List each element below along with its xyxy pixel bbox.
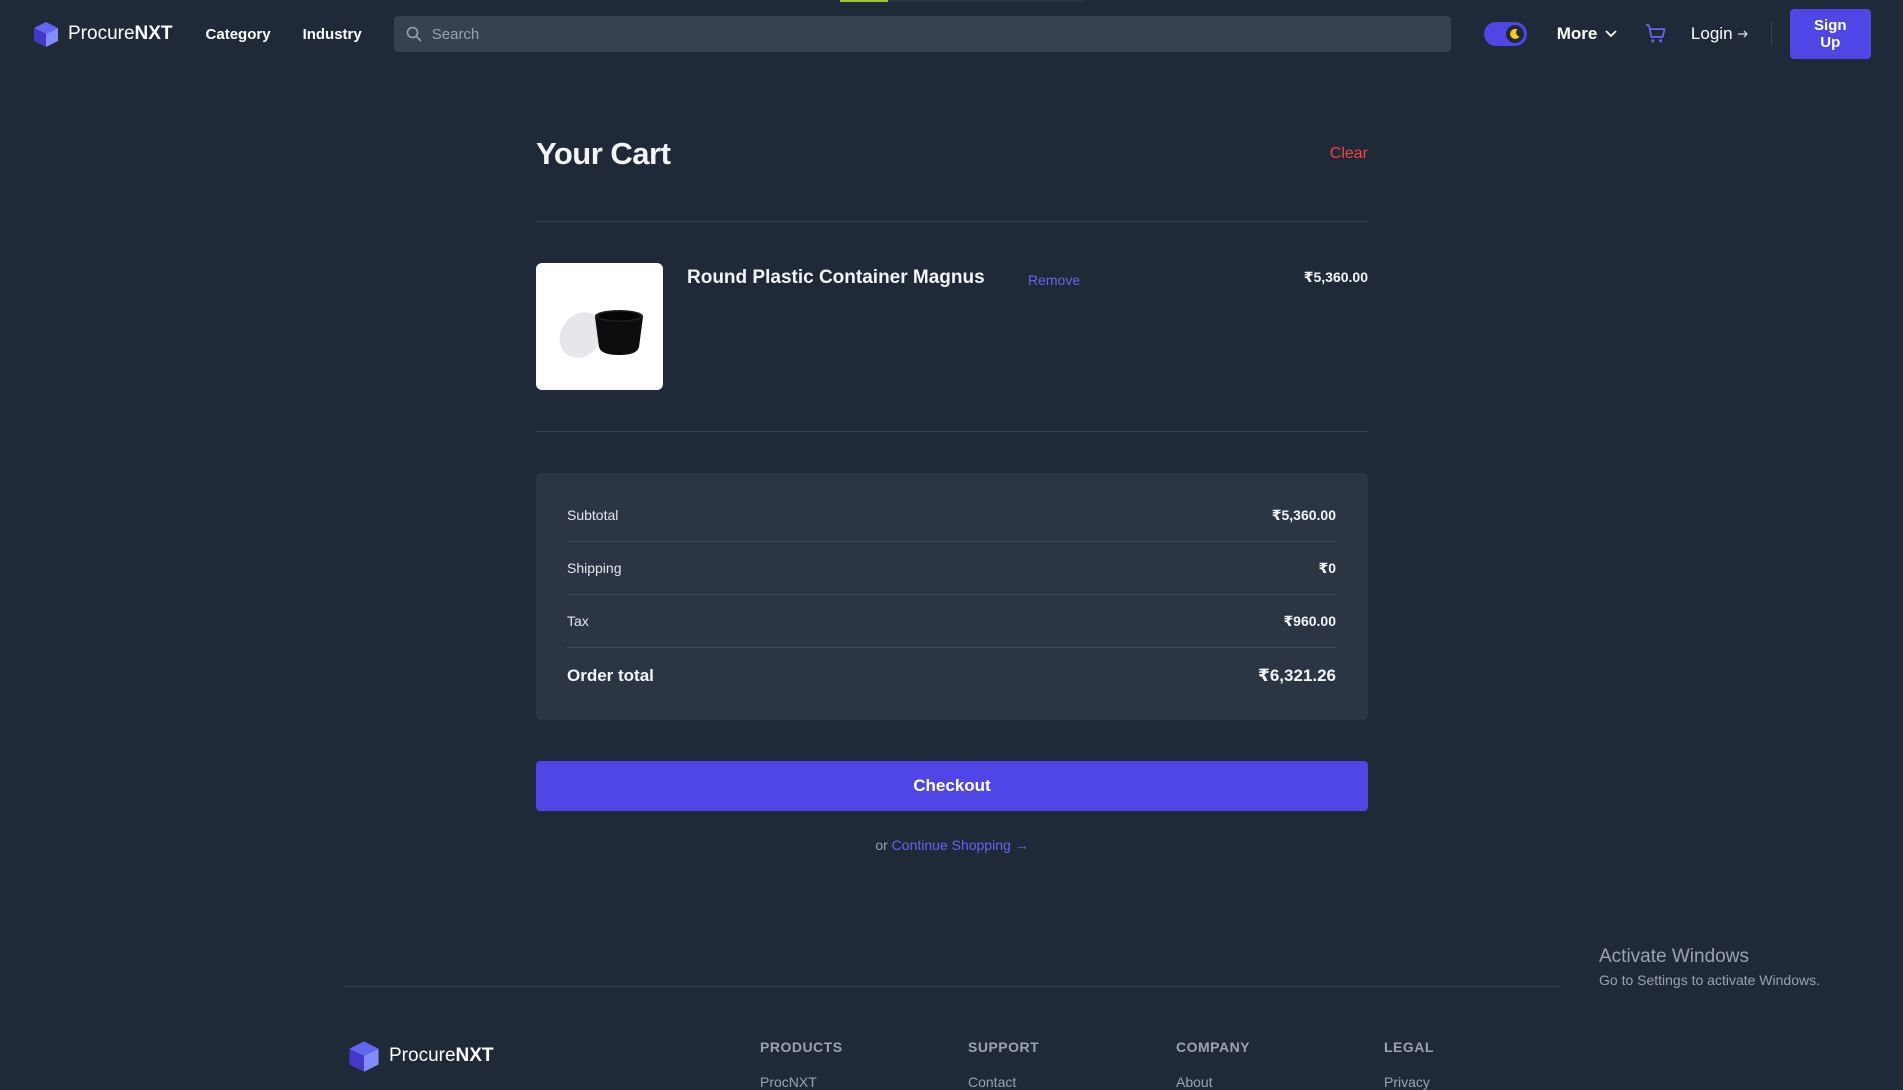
- main-nav: Category Industry: [206, 26, 362, 43]
- watermark-subtitle: Go to Settings to activate Windows.: [1599, 972, 1820, 988]
- tax-value: ₹960.00: [1283, 612, 1336, 629]
- footer-link-legal[interactable]: Privacy: [1384, 1074, 1430, 1090]
- continue-shopping: or Continue Shopping →: [536, 837, 1368, 853]
- summary-row-tax: Tax ₹960.00: [567, 595, 1336, 648]
- chevron-down-icon: [1605, 30, 1618, 38]
- item-price: ₹5,360.00: [1303, 269, 1368, 285]
- moon-icon: [1509, 28, 1520, 39]
- header-divider: [1770, 22, 1772, 46]
- checkout-button[interactable]: Checkout: [536, 761, 1368, 811]
- summary-row-shipping: Shipping ₹0: [567, 542, 1336, 595]
- signup-button[interactable]: Sign Up: [1789, 9, 1872, 59]
- cube-logo-icon: [349, 1041, 379, 1072]
- brand-logo[interactable]: ProcureNXT: [32, 20, 173, 48]
- divider: [536, 431, 1368, 432]
- continue-shopping-link[interactable]: Continue Shopping →: [892, 837, 1029, 853]
- cart-icon[interactable]: [1645, 23, 1667, 45]
- shipping-label: Shipping: [567, 560, 622, 576]
- total-label: Order total: [567, 666, 654, 685]
- cart-page: Your Cart Clear Round Plastic Container …: [536, 120, 1368, 853]
- product-thumbnail[interactable]: [536, 263, 663, 390]
- subtotal-label: Subtotal: [567, 507, 619, 523]
- page-title: Your Cart: [536, 136, 671, 171]
- footer-heading-products: PRODUCTS: [760, 1039, 843, 1055]
- footer-brand-name: ProcureNXT: [389, 1045, 494, 1066]
- windows-activation-watermark: Activate Windows Go to Settings to activ…: [1599, 946, 1820, 988]
- more-label: More: [1556, 24, 1598, 43]
- nav-industry[interactable]: Industry: [303, 26, 362, 43]
- more-menu[interactable]: More: [1557, 24, 1618, 44]
- clear-cart-button[interactable]: Clear: [1330, 145, 1368, 163]
- container-product-image: [559, 309, 643, 358]
- tax-label: Tax: [567, 613, 589, 629]
- order-summary: Subtotal ₹5,360.00 Shipping ₹0 Tax ₹960.…: [536, 473, 1368, 720]
- summary-row-total: Order total ₹6,321.26: [567, 648, 1336, 704]
- top-navbar: ProcureNXT Category Industry More Login: [0, 0, 1903, 68]
- nav-category[interactable]: Category: [206, 26, 271, 43]
- arrow-right-icon: [1737, 30, 1748, 38]
- footer-divider: [344, 986, 1560, 987]
- footer-heading-company: COMPANY: [1176, 1039, 1251, 1055]
- cart-header: Your Cart Clear: [536, 120, 1368, 188]
- toggle-knob: [1505, 25, 1524, 43]
- footer-link-company[interactable]: About: [1176, 1074, 1213, 1090]
- remove-item-button[interactable]: Remove: [1028, 272, 1080, 288]
- footer-link-support[interactable]: Contact: [968, 1074, 1016, 1090]
- cart-item: Round Plastic Container Magnus Remove ₹5…: [536, 222, 1368, 431]
- login-link[interactable]: Login: [1691, 24, 1749, 44]
- subtotal-value: ₹5,360.00: [1271, 506, 1336, 523]
- brand-name: ProcureNXT: [68, 23, 173, 44]
- footer-brand-logo[interactable]: ProcureNXT: [347, 1039, 494, 1073]
- dark-mode-toggle[interactable]: [1483, 22, 1527, 46]
- summary-row-subtotal: Subtotal ₹5,360.00: [567, 489, 1336, 542]
- footer-link-products[interactable]: ProcNXT: [760, 1074, 817, 1090]
- total-value: ₹6,321.26: [1257, 666, 1336, 685]
- footer-heading-support: SUPPORT: [968, 1039, 1040, 1055]
- search-input[interactable]: [431, 25, 1432, 43]
- site-footer: ProcureNXT PRODUCTS SUPPORT COMPANY LEGA…: [344, 986, 1560, 1090]
- shipping-value: ₹0: [1318, 559, 1336, 576]
- search-icon: [406, 26, 422, 42]
- search-bar[interactable]: [393, 16, 1451, 52]
- cube-logo-icon: [34, 22, 58, 47]
- watermark-title: Activate Windows: [1599, 946, 1749, 967]
- login-label: Login: [1690, 24, 1733, 43]
- footer-heading-legal: LEGAL: [1384, 1039, 1434, 1055]
- continue-prefix: or: [875, 837, 888, 853]
- product-name[interactable]: Round Plastic Container Magnus: [687, 267, 985, 391]
